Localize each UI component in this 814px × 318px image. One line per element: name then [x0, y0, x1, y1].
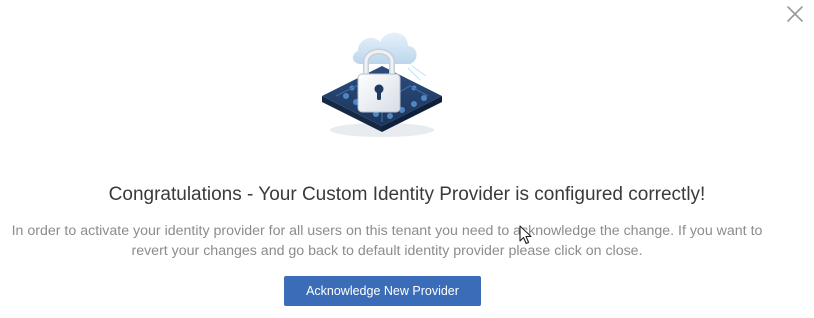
mouse-cursor-icon — [519, 225, 532, 245]
identity-provider-success-dialog: Congratulations - Your Custom Identity P… — [0, 0, 814, 318]
cloud-padlock-chip-icon — [322, 32, 442, 137]
acknowledge-new-provider-button[interactable]: Acknowledge New Provider — [284, 276, 481, 306]
illustration — [316, 18, 448, 140]
close-icon — [787, 6, 803, 22]
dialog-message: In order to activate your identity provi… — [11, 223, 763, 259]
dialog-title: Congratulations - Your Custom Identity P… — [108, 184, 706, 205]
close-button[interactable] — [784, 3, 806, 25]
